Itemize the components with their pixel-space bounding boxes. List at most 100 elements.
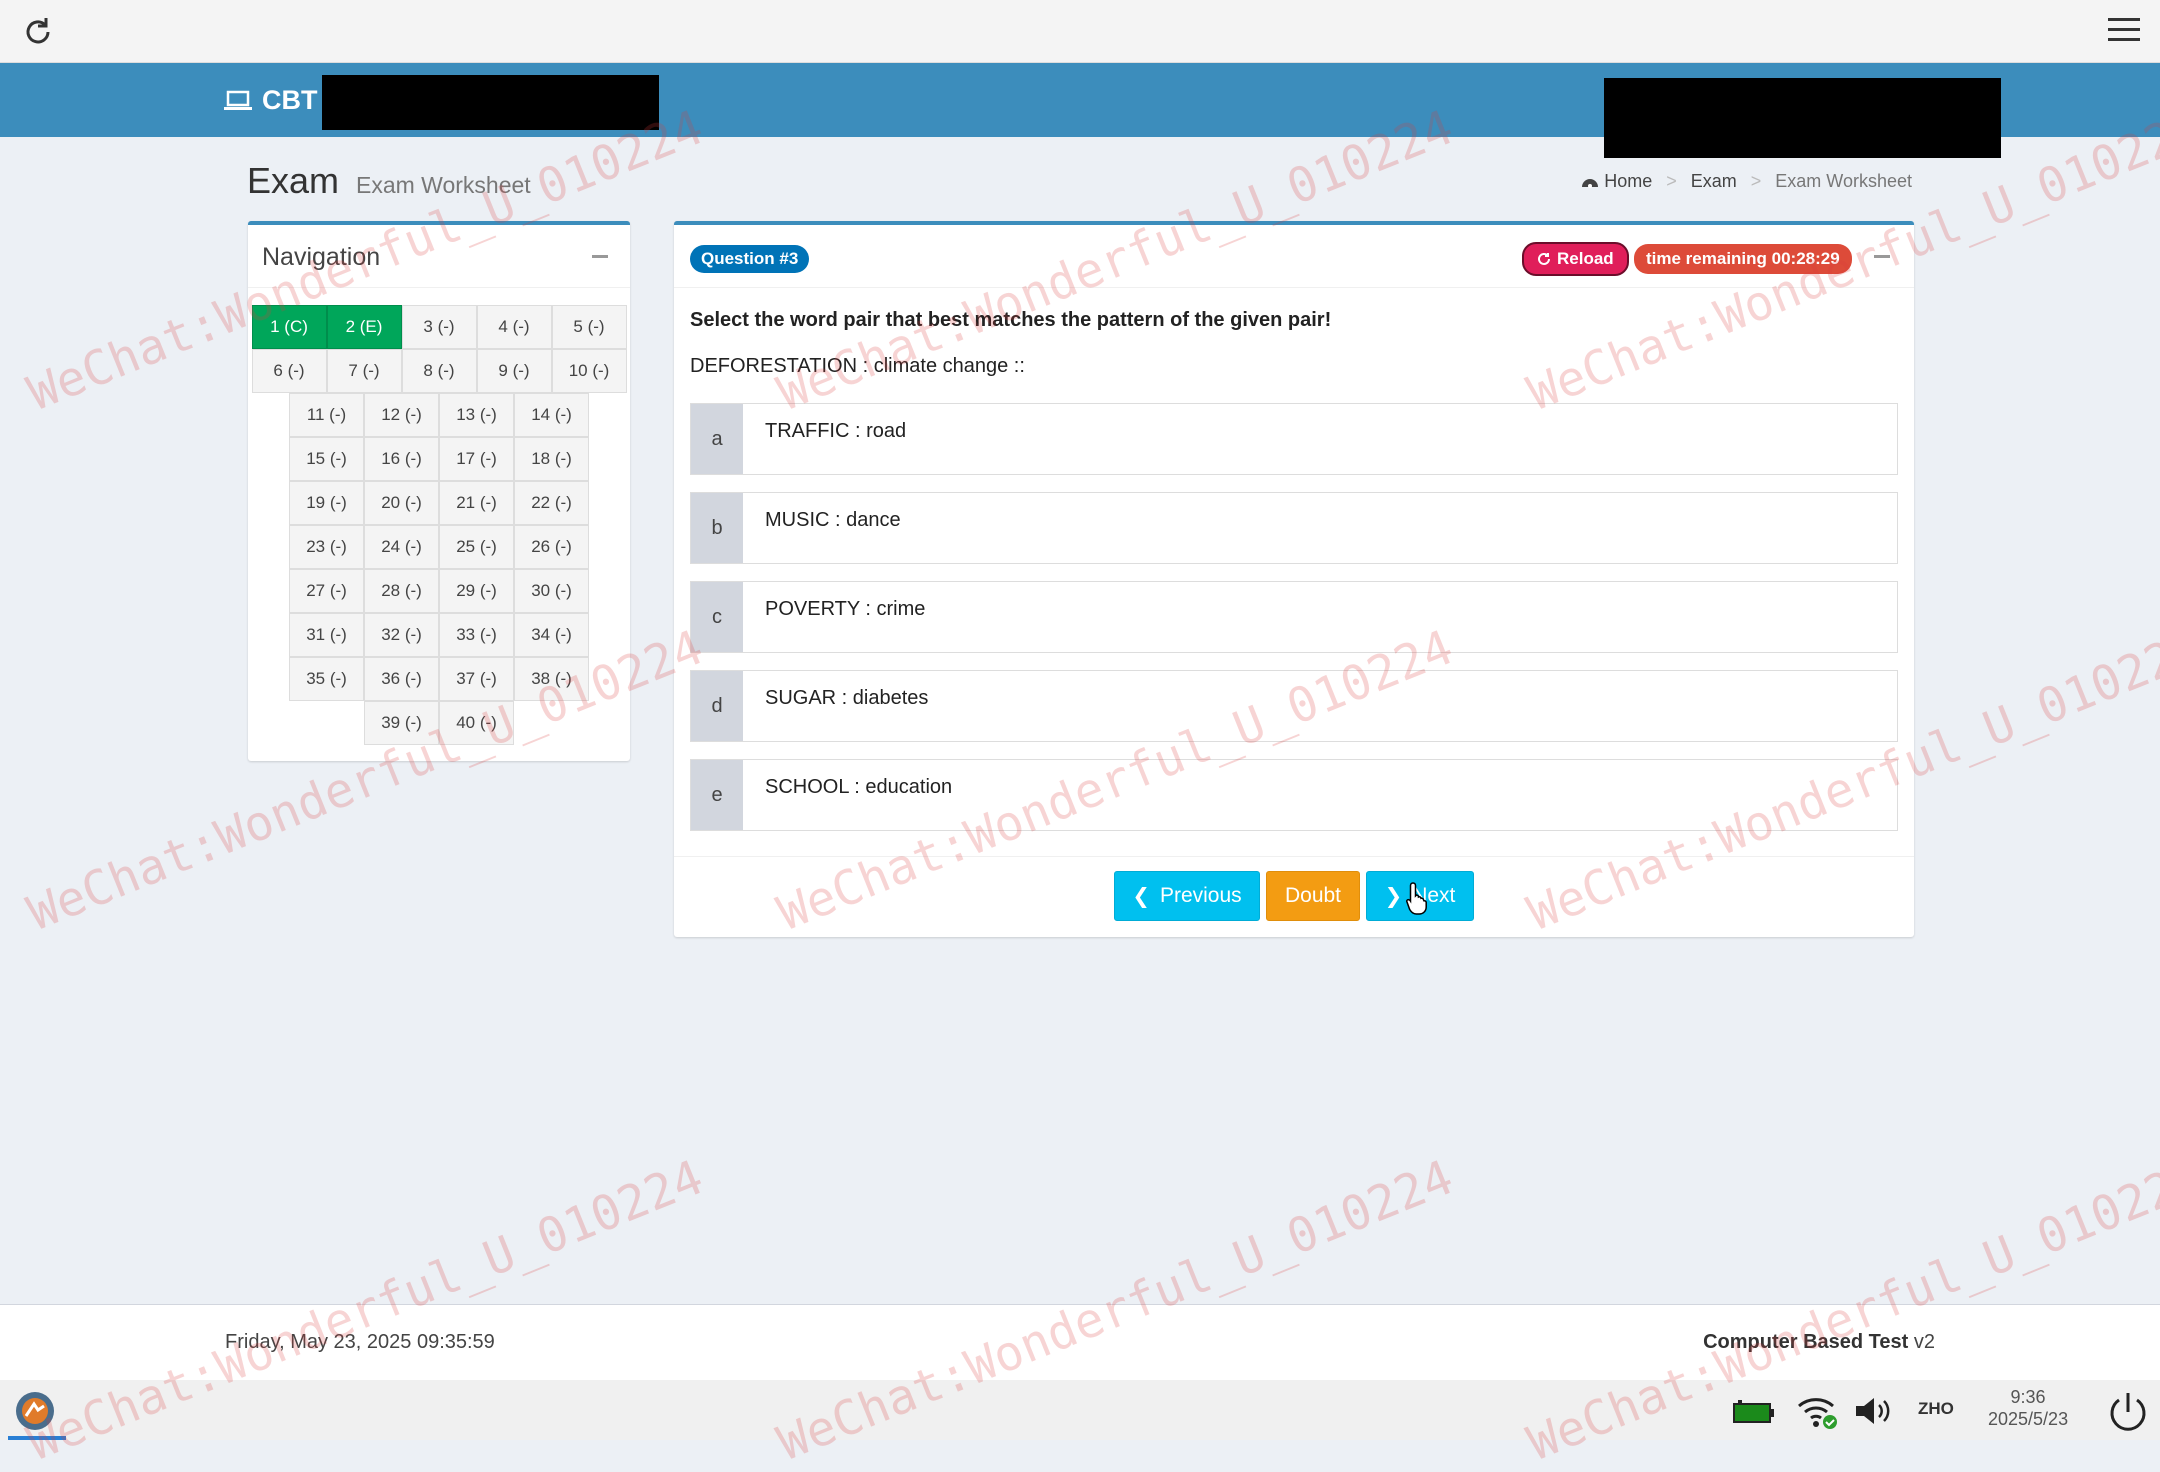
question-nav-button[interactable]: 28 (-) xyxy=(364,569,439,613)
option-letter: d xyxy=(691,671,743,741)
brand-logo[interactable]: CBT xyxy=(224,85,318,116)
question-nav-button[interactable]: 1 (C) xyxy=(251,305,327,349)
refresh-icon xyxy=(1538,252,1550,265)
navigation-row: 19 (-) 20 (-) 21 (-) 22 (-) xyxy=(248,481,630,525)
previous-label: Previous xyxy=(1159,884,1242,907)
navigation-row: 27 (-) 28 (-) 29 (-) 30 (-) xyxy=(248,569,630,613)
wifi-icon[interactable] xyxy=(1796,1394,1840,1430)
question-nav-button[interactable]: 24 (-) xyxy=(364,525,439,569)
question-header: Question #3 Reload time remaining 00:28:… xyxy=(674,225,1914,288)
browser-toolbar xyxy=(0,0,2160,63)
question-nav-button[interactable]: 2 (E) xyxy=(326,305,402,349)
question-nav-button[interactable]: 39 (-) xyxy=(364,701,439,745)
question-nav-button[interactable]: 33 (-) xyxy=(439,613,514,657)
app-footer: Friday, May 23, 2025 09:35:59 Computer B… xyxy=(0,1304,2160,1380)
breadcrumb-exam[interactable]: Exam xyxy=(1691,171,1737,192)
active-app-indicator xyxy=(8,1436,66,1440)
question-nav-button[interactable]: 30 (-) xyxy=(514,569,589,613)
question-nav-button[interactable]: 31 (-) xyxy=(289,613,364,657)
question-nav-button[interactable]: 34 (-) xyxy=(514,613,589,657)
question-nav-button[interactable]: 25 (-) xyxy=(439,525,514,569)
question-nav-button[interactable]: 37 (-) xyxy=(439,657,514,701)
question-nav-button[interactable]: 14 (-) xyxy=(514,393,589,437)
navigation-row: 31 (-) 32 (-) 33 (-) 34 (-) xyxy=(248,613,630,657)
reload-label: Reload xyxy=(1557,249,1614,268)
volume-icon[interactable] xyxy=(1854,1396,1894,1426)
question-nav-button[interactable]: 10 (-) xyxy=(551,349,627,393)
question-nav-button[interactable]: 4 (-) xyxy=(476,305,552,349)
collapse-icon[interactable] xyxy=(1874,255,1890,258)
dashboard-icon xyxy=(1582,178,1599,188)
navigation-row: 11 (-) 12 (-) 13 (-) 14 (-) xyxy=(248,393,630,437)
option-letter: b xyxy=(691,493,743,563)
option-letter: e xyxy=(691,760,743,830)
option-text: MUSIC : dance xyxy=(765,509,901,531)
question-nav-button[interactable]: 40 (-) xyxy=(439,701,514,745)
question-nav-button[interactable]: 22 (-) xyxy=(514,481,589,525)
option-text: SUGAR : diabetes xyxy=(765,687,929,709)
breadcrumb-home-label: Home xyxy=(1604,171,1653,191)
battery-icon[interactable] xyxy=(1732,1400,1776,1424)
question-nav-button[interactable]: 5 (-) xyxy=(551,305,627,349)
option-text: TRAFFIC : road xyxy=(765,420,907,442)
question-nav-button[interactable]: 11 (-) xyxy=(289,393,364,437)
navigation-row: 23 (-) 24 (-) 25 (-) 26 (-) xyxy=(248,525,630,569)
doubt-button[interactable]: Doubt xyxy=(1266,871,1360,921)
navigation-row: 6 (-) 7 (-) 8 (-) 9 (-) 10 (-) xyxy=(248,349,630,393)
question-nav-button[interactable]: 38 (-) xyxy=(514,657,589,701)
question-nav-button[interactable]: 9 (-) xyxy=(476,349,552,393)
question-nav-button[interactable]: 12 (-) xyxy=(364,393,439,437)
breadcrumb: Home > Exam > Exam Worksheet xyxy=(1581,171,1912,192)
question-nav-button[interactable]: 20 (-) xyxy=(364,481,439,525)
answer-option[interactable]: e SCHOOL : education xyxy=(690,759,1898,831)
page-title: Exam xyxy=(247,160,340,201)
option-text: POVERTY : crime xyxy=(765,598,926,620)
footer-app-name: Computer Based Test v2 xyxy=(1703,1331,1935,1354)
question-nav-button[interactable]: 32 (-) xyxy=(364,613,439,657)
option-letter: c xyxy=(691,582,743,652)
question-nav-button[interactable]: 35 (-) xyxy=(289,657,364,701)
app-name: Computer Based Test xyxy=(1703,1331,1909,1353)
answer-option[interactable]: c POVERTY : crime xyxy=(690,581,1898,653)
question-nav-button[interactable]: 15 (-) xyxy=(289,437,364,481)
navigation-panel: Navigation 1 (C) 2 (E) 3 (-) 4 (-) 5 (-) 6 (-… xyxy=(248,221,630,761)
input-language[interactable]: ZHO xyxy=(1918,1399,1954,1419)
question-nav-button[interactable]: 21 (-) xyxy=(439,481,514,525)
navigation-row: 35 (-) 36 (-) 37 (-) 38 (-) xyxy=(248,657,630,701)
question-nav-button[interactable]: 26 (-) xyxy=(514,525,589,569)
question-nav-button[interactable]: 13 (-) xyxy=(439,393,514,437)
system-clock[interactable]: 9:36 2025/5/23 xyxy=(1988,1386,2068,1430)
question-nav-button[interactable]: 36 (-) xyxy=(364,657,439,701)
question-nav-button[interactable]: 3 (-) xyxy=(401,305,477,349)
question-nav-button[interactable]: 27 (-) xyxy=(289,569,364,613)
reload-button[interactable]: Reload xyxy=(1522,242,1629,276)
answer-option[interactable]: a TRAFFIC : road xyxy=(690,403,1898,475)
question-nav-button[interactable]: 18 (-) xyxy=(514,437,589,481)
question-nav-button[interactable]: 7 (-) xyxy=(326,349,402,393)
page-subtitle: Exam Worksheet xyxy=(356,172,531,198)
brand-text: CBT xyxy=(262,85,318,115)
redacted-user xyxy=(1604,78,2001,158)
question-nav-button[interactable]: 29 (-) xyxy=(439,569,514,613)
question-nav-button[interactable]: 19 (-) xyxy=(289,481,364,525)
breadcrumb-home[interactable]: Home xyxy=(1581,171,1652,192)
navigation-title: Navigation xyxy=(262,243,381,271)
question-panel: Question #3 Reload time remaining 00:28:… xyxy=(674,221,1914,937)
refresh-icon[interactable] xyxy=(20,14,56,50)
question-nav-button[interactable]: 23 (-) xyxy=(289,525,364,569)
start-menu-icon[interactable] xyxy=(14,1390,56,1432)
app-header: CBT xyxy=(0,63,2160,158)
previous-button[interactable]: ❮ Previous xyxy=(1114,871,1260,921)
question-nav-button[interactable]: 8 (-) xyxy=(401,349,477,393)
hamburger-menu-icon[interactable] xyxy=(2108,16,2140,44)
navigation-row: 1 (C) 2 (E) 3 (-) 4 (-) 5 (-) xyxy=(248,305,630,349)
collapse-icon[interactable] xyxy=(592,255,608,258)
question-nav-button[interactable]: 16 (-) xyxy=(364,437,439,481)
question-nav-button[interactable]: 6 (-) xyxy=(251,349,327,393)
question-nav-button[interactable]: 17 (-) xyxy=(439,437,514,481)
power-icon[interactable] xyxy=(2106,1390,2150,1434)
answer-option[interactable]: b MUSIC : dance xyxy=(690,492,1898,564)
breadcrumb-separator: > xyxy=(1666,171,1677,191)
navigation-row: 15 (-) 16 (-) 17 (-) 18 (-) xyxy=(248,437,630,481)
answer-option[interactable]: d SUGAR : diabetes xyxy=(690,670,1898,742)
